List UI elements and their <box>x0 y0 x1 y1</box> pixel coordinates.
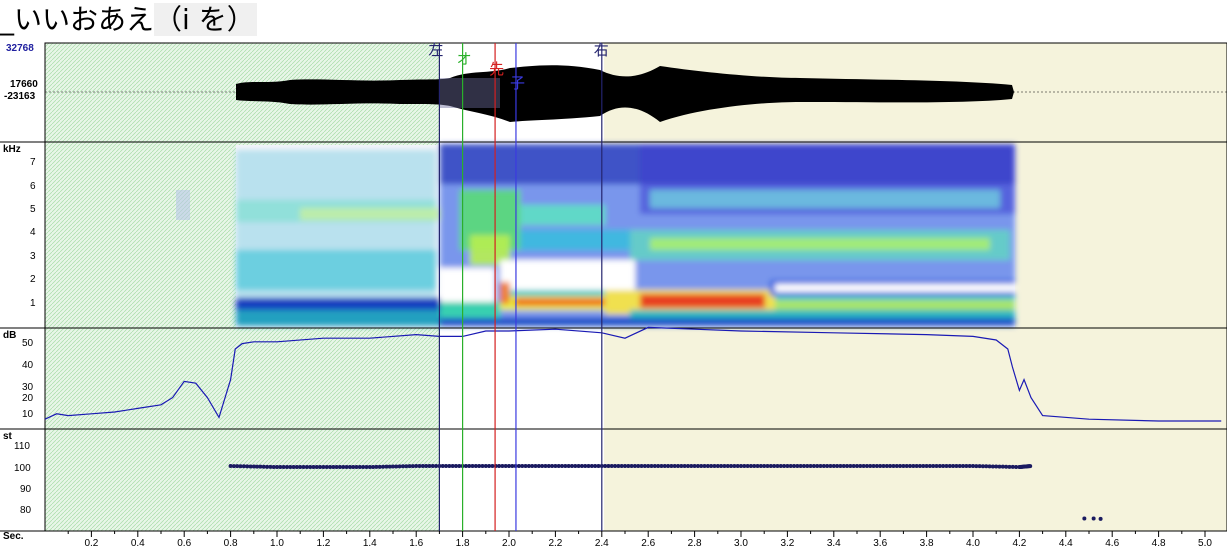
time-tick-label: 1.0 <box>270 538 284 549</box>
marker-label[interactable]: オ <box>457 50 472 68</box>
marker-label[interactable]: 右 <box>594 41 609 59</box>
time-tick-label: 3.0 <box>734 538 748 549</box>
khz-tick: 4 <box>30 227 36 238</box>
pitch-point <box>1082 516 1087 521</box>
waveform-max-label: 32768 <box>6 43 34 54</box>
st-tick: 90 <box>20 484 32 495</box>
waveform-labels: 32768 17660 -23163 <box>4 43 38 102</box>
time-tick-label: 5.0 <box>1198 538 1212 549</box>
db-tick: 50 <box>22 338 34 349</box>
time-tick-label: 2.4 <box>595 538 609 549</box>
khz-tick: 2 <box>30 274 36 285</box>
pitch-unit: st <box>3 431 13 442</box>
time-tick-label: 3.6 <box>873 538 887 549</box>
khz-tick: 3 <box>30 251 36 262</box>
time-tick-label: 2.0 <box>502 538 516 549</box>
spectrogram-labels: kHz 7 6 5 4 3 2 1 <box>3 144 36 309</box>
pitch-point <box>1091 516 1096 521</box>
khz-tick: 5 <box>30 204 36 215</box>
time-tick-label: 3.2 <box>780 538 794 549</box>
time-tick-label: 1.4 <box>363 538 377 549</box>
pitch-point <box>1028 464 1033 469</box>
time-tick-label: 4.0 <box>966 538 980 549</box>
st-tick: 100 <box>14 463 31 474</box>
title-rest: （i を） <box>154 3 257 36</box>
pitch-labels: st 110 100 90 80 <box>3 431 32 516</box>
window-title: _いいおあえ（i を） <box>0 0 257 40</box>
khz-tick: 1 <box>30 298 36 309</box>
waveform-lower-label: -23163 <box>4 91 36 102</box>
marker-label[interactable]: 左 <box>428 41 443 59</box>
db-tick: 30 <box>22 382 34 393</box>
spectrogram-unit: kHz <box>3 144 21 155</box>
time-tick-label: 4.8 <box>1152 538 1166 549</box>
time-tick-label: 3.8 <box>920 538 934 549</box>
time-tick-label: 2.8 <box>688 538 702 549</box>
intensity-labels: dB 50 40 30 20 10 <box>3 330 34 420</box>
marker-label[interactable]: 子 <box>510 74 525 92</box>
time-tick-label: 2.6 <box>641 538 655 549</box>
time-tick-label: 2.2 <box>548 538 562 549</box>
time-tick-label: 1.6 <box>409 538 423 549</box>
time-tick-label: 3.4 <box>827 538 841 549</box>
time-tick-label: 4.4 <box>1059 538 1073 549</box>
time-tick-label: 0.8 <box>224 538 238 549</box>
time-axis: 0.2 0.4 0.6 0.8 1.0 1.2 1.4 1.6 1.8 2.0 2.2 2.4 2.6 2… <box>67 531 1212 549</box>
title-label: _いいおあえ <box>0 3 155 36</box>
st-tick: 110 <box>14 441 30 452</box>
speech-analysis-view[interactable]: 左オ先子 右 32768 17660 -23163 kHz 7 6 5 4 3 2… <box>0 40 1227 552</box>
khz-tick: 7 <box>30 157 36 168</box>
st-tick: 80 <box>20 505 32 516</box>
db-tick: 40 <box>22 360 34 371</box>
db-tick: 10 <box>22 409 34 420</box>
waveform-upper-label: 17660 <box>10 79 38 90</box>
time-tick-label: 0.6 <box>177 538 191 549</box>
khz-tick: 6 <box>30 181 36 192</box>
time-tick-label: 1.2 <box>316 538 330 549</box>
time-tick-label: 1.8 <box>456 538 470 549</box>
spectrogram-panel <box>176 144 1015 328</box>
time-axis-unit: Sec. <box>3 531 24 542</box>
time-tick-label: 4.2 <box>1012 538 1026 549</box>
db-tick: 20 <box>22 393 34 404</box>
marker-label[interactable]: 先 <box>489 60 504 78</box>
time-tick-label: 4.6 <box>1105 538 1119 549</box>
time-tick-label: 0.2 <box>84 538 98 549</box>
intensity-unit: dB <box>3 330 16 341</box>
time-tick-label: 0.4 <box>131 538 145 549</box>
pitch-point <box>1098 516 1103 521</box>
